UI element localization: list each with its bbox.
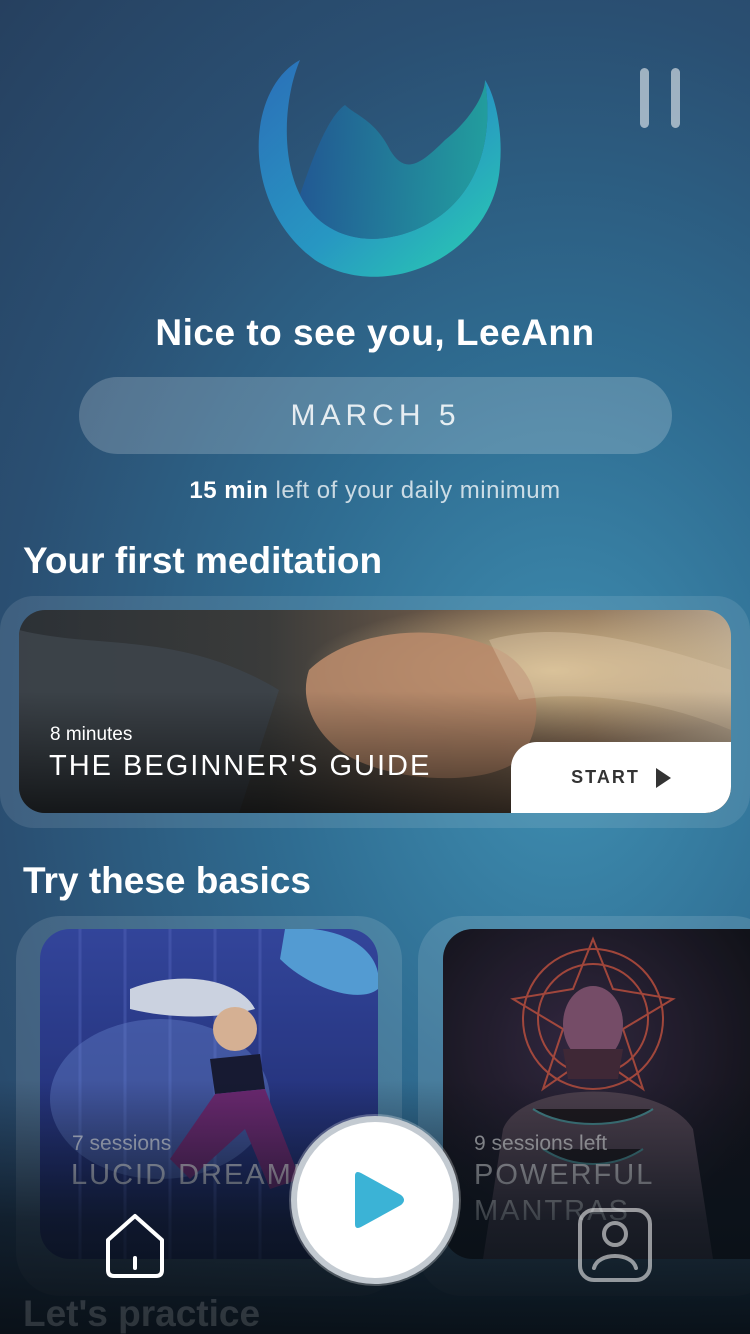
play-triangle-icon [655, 767, 671, 788]
first-meditation-heading: Your first meditation [23, 540, 383, 581]
daily-minutes: 15 min [189, 477, 269, 504]
powerful-mantras-sessions: 9 sessions left [474, 1132, 608, 1155]
basics-heading: Try these basics [23, 860, 311, 901]
lucid-dreaming-sessions: 7 sessions [72, 1132, 172, 1155]
greeting-title: Nice to see you, LeeAnn [155, 312, 595, 353]
pause-icon [640, 68, 649, 128]
crescent-moon-logo-icon [258, 60, 501, 277]
start-label: START [571, 767, 640, 787]
start-button[interactable]: START [511, 742, 731, 813]
beginners-guide-card[interactable]: 8 minutes THE BEGINNER'S GUIDE START [19, 610, 731, 813]
home-icon[interactable] [100, 1210, 170, 1280]
play-button[interactable] [291, 1116, 459, 1284]
practice-heading: Let's practice [23, 1293, 261, 1334]
feature-duration: 8 minutes [50, 724, 133, 745]
play-icon [355, 1172, 404, 1228]
daily-minimum-text: 15 min left of your daily minimum [0, 477, 750, 505]
feature-title: THE BEGINNER'S GUIDE [49, 750, 432, 782]
home-screen: Nice to see you, LeeAnn MARCH 5 15 min l… [0, 0, 750, 1334]
date-pill[interactable]: MARCH 5 [79, 377, 672, 454]
pause-button[interactable] [636, 66, 684, 132]
daily-minimum-label: left of your daily minimum [275, 477, 561, 504]
pause-icon-bar [671, 68, 680, 128]
date-label: MARCH 5 [290, 398, 461, 432]
profile-icon[interactable] [576, 1206, 654, 1284]
